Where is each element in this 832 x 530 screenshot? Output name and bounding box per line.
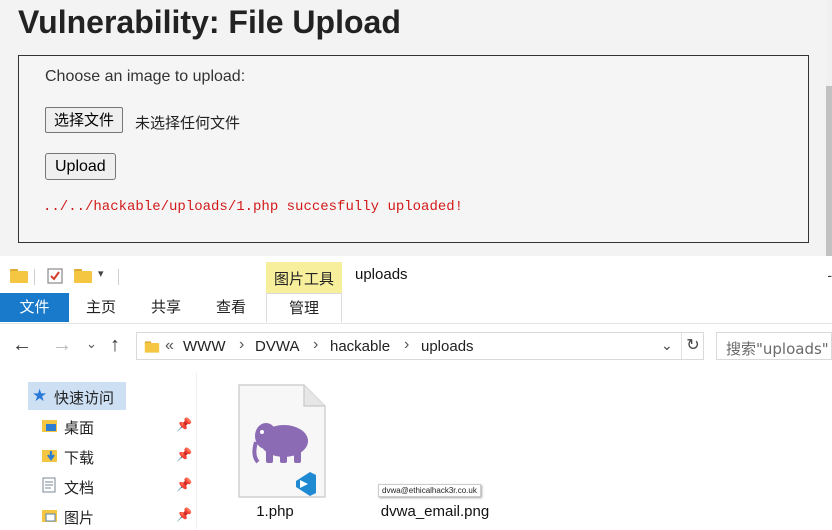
breadcrumb-overflow[interactable]: «	[165, 337, 174, 355]
breadcrumb-hackable[interactable]: hackable	[330, 338, 390, 355]
breadcrumb-www[interactable]: WWW	[183, 338, 225, 355]
picture-tools-tab: 图片工具	[266, 262, 342, 293]
tab-manage[interactable]: 管理	[266, 293, 342, 322]
tab-share[interactable]: 共享	[143, 293, 189, 322]
downloads-folder-icon	[42, 450, 57, 462]
upload-result-message: ../../hackable/uploads/1.php succesfully…	[43, 199, 464, 215]
desktop-folder-icon	[42, 420, 57, 432]
file-name: 1.php	[256, 503, 294, 520]
nav-item-quick-access[interactable]: ★ 快速访问	[0, 382, 196, 410]
folder-icon	[144, 341, 160, 353]
star-icon: ★	[32, 386, 48, 405]
php-file-icon	[238, 384, 326, 498]
address-bar-row: ← → ⌄ ↑ « WWW › DVWA › hackable › upload…	[0, 324, 832, 368]
file-explorer-window: ▾ 图片工具 uploads - 文件 主页 共享 查看 管理 ← → ⌄ ↑ …	[0, 262, 832, 529]
nav-item-label: 图片	[64, 509, 95, 527]
file-item-png[interactable]: dvwa_email.png	[360, 374, 510, 529]
png-image-icon: dvwa@ethicalhack3r.co.uk	[378, 484, 481, 497]
tab-file[interactable]: 文件	[0, 293, 69, 322]
toolbar-separator	[118, 269, 119, 285]
browser-page: Vulnerability: File Upload Choose an ima…	[0, 0, 832, 262]
nav-item-label: 下载	[64, 449, 95, 467]
navigation-pane: ★ 快速访问 桌面 📌 下载 📌 文档 📌 图片 📌	[0, 372, 197, 529]
nav-item-documents[interactable]: 文档 📌	[0, 472, 196, 500]
search-placeholder: 搜索"uploads"	[726, 340, 829, 358]
scrollbar-thumb[interactable]	[826, 86, 832, 256]
file-status-text: 未选择任何文件	[135, 114, 241, 132]
nav-item-downloads[interactable]: 下载 📌	[0, 442, 196, 470]
file-item-php[interactable]: 1.php	[200, 374, 350, 529]
breadcrumb-dvwa[interactable]: DVWA	[255, 338, 299, 355]
file-name: dvwa_email.png	[380, 503, 490, 520]
properties-check-icon[interactable]	[46, 267, 64, 285]
picture-tools-label: 图片工具	[274, 270, 335, 288]
pin-icon[interactable]: 📌	[176, 447, 192, 463]
upload-button[interactable]: Upload	[45, 153, 116, 180]
up-arrow-icon[interactable]: ↑	[110, 334, 120, 357]
page-scrollbar[interactable]	[826, 0, 832, 262]
quick-access-dropdown-icon[interactable]: ▾	[98, 267, 104, 280]
address-box[interactable]: « WWW › DVWA › hackable › uploads ⌄ ↻	[136, 332, 704, 360]
file-list: 1.php dvwa_email.png dvwa@ethicalhack3r.…	[200, 374, 832, 529]
nav-item-label: 快速访问	[54, 389, 115, 407]
pin-icon[interactable]: 📌	[176, 417, 192, 433]
upload-form-box: Choose an image to upload: 选择文件 未选择任何文件 …	[18, 55, 809, 243]
recent-locations-chevron-icon[interactable]: ⌄	[86, 336, 97, 352]
search-input[interactable]: 搜索"uploads"	[716, 332, 832, 360]
chevron-right-icon[interactable]: ›	[239, 336, 244, 354]
page-content: Vulnerability: File Upload Choose an ima…	[0, 0, 810, 262]
pin-icon[interactable]: 📌	[176, 477, 192, 493]
explorer-titlebar: ▾ 图片工具 uploads -	[0, 262, 832, 293]
chevron-right-icon[interactable]: ›	[404, 336, 409, 354]
nav-item-label: 文档	[64, 479, 95, 497]
page-title: Vulnerability: File Upload	[18, 4, 401, 40]
address-dropdown-icon[interactable]: ⌄	[661, 337, 673, 354]
window-title: uploads	[355, 266, 408, 283]
tab-view[interactable]: 查看	[208, 293, 254, 322]
forward-arrow-icon[interactable]: →	[52, 334, 72, 357]
nav-item-desktop[interactable]: 桌面 📌	[0, 412, 196, 440]
folder-icon	[10, 269, 28, 283]
minimize-button[interactable]: -	[827, 267, 832, 283]
chevron-right-icon[interactable]: ›	[313, 336, 318, 354]
back-arrow-icon[interactable]: ←	[12, 334, 32, 357]
pin-icon[interactable]: 📌	[176, 507, 192, 523]
tab-home[interactable]: 主页	[78, 293, 124, 322]
nav-item-pictures[interactable]: 图片 📌	[0, 502, 196, 530]
choose-file-button[interactable]: 选择文件	[45, 107, 124, 133]
pictures-folder-icon	[42, 510, 57, 522]
refresh-icon[interactable]: ↻	[681, 333, 704, 359]
new-folder-icon[interactable]	[74, 269, 92, 283]
toolbar-separator	[34, 269, 35, 285]
breadcrumb-uploads[interactable]: uploads	[421, 338, 474, 355]
ribbon-tabs: 文件 主页 共享 查看 管理	[0, 293, 832, 324]
nav-item-label: 桌面	[64, 419, 95, 437]
documents-folder-icon	[42, 477, 56, 493]
choose-image-label: Choose an image to upload:	[45, 68, 246, 85]
